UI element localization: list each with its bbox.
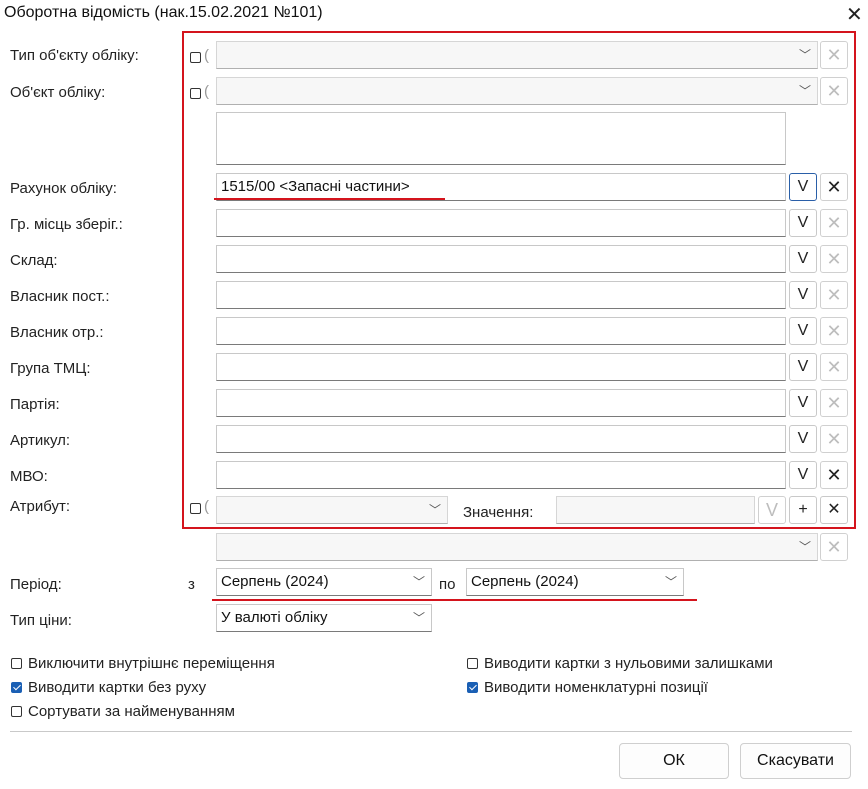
goods-group-label: Група ТМЦ: — [10, 360, 91, 377]
select-mvo-button[interactable]: V — [789, 461, 817, 489]
warehouse-label: Склад: — [10, 252, 58, 269]
clear-storage-group-button[interactable]: ✕ — [820, 209, 848, 237]
clear-owner-receiver-button[interactable]: ✕ — [820, 317, 848, 345]
attribute-checkbox-label: ( — [204, 498, 209, 515]
window-title: Оборотна відомість (нак.15.02.2021 №101) — [4, 4, 323, 21]
object-label: Об'єкт обліку: — [10, 84, 106, 101]
object-type-checkbox[interactable] — [190, 52, 201, 63]
select-goods-group-button[interactable]: V — [789, 353, 817, 381]
select-warehouse-button[interactable]: V — [789, 245, 817, 273]
show-zero-balance-checkbox[interactable] — [467, 658, 478, 669]
price-type-select[interactable]: У валюті обліку ﹀ — [216, 604, 432, 632]
clear-mvo-button[interactable]: ✕ — [820, 461, 848, 489]
period-label: Період: — [10, 576, 62, 593]
attribute-list-combo[interactable]: ﹀ — [216, 533, 818, 561]
clear-account-button[interactable]: ✕ — [820, 173, 848, 201]
chevron-down-icon: ﹀ — [798, 48, 811, 62]
highlight-frame — [182, 31, 856, 529]
exclude-internal-label: Виключити внутрішнє переміщення — [28, 655, 275, 672]
chevron-down-icon: ﹀ — [412, 575, 425, 589]
period-from-select[interactable]: Серпень (2024) ﹀ — [216, 568, 432, 596]
clear-goods-group-button[interactable]: ✕ — [820, 353, 848, 381]
clear-warehouse-button[interactable]: ✕ — [820, 245, 848, 273]
clear-attribute-button[interactable]: ✕ — [820, 496, 848, 524]
price-type-value: У валюті обліку — [221, 609, 328, 626]
cancel-button[interactable]: Скасувати — [740, 743, 851, 779]
price-type-label: Тип ціни: — [10, 612, 72, 629]
period-to-select[interactable]: Серпень (2024) ﹀ — [466, 568, 684, 596]
clear-object-type-button[interactable]: ✕ — [820, 41, 848, 69]
select-batch-button[interactable]: V — [789, 389, 817, 417]
mvo-label: МВО: — [10, 468, 48, 485]
sort-by-name-checkbox[interactable] — [11, 706, 22, 717]
account-underline — [214, 198, 445, 200]
select-account-button[interactable]: V — [789, 173, 817, 201]
show-nomenclature-label: Виводити номенклатурні позиції — [484, 679, 708, 696]
batch-label: Партія: — [10, 396, 60, 413]
mvo-field[interactable] — [216, 461, 786, 489]
object-list-box[interactable] — [216, 112, 786, 165]
close-icon[interactable]: ✕ — [846, 2, 863, 27]
attribute-label: Атрибут: — [10, 498, 71, 515]
owner-receiver-label: Власник отр.: — [10, 324, 104, 341]
add-attribute-button[interactable]: + — [789, 496, 817, 524]
show-zero-balance-label: Виводити картки з нульовими залишками — [484, 655, 773, 672]
chevron-down-icon: ﹀ — [664, 575, 677, 589]
article-label: Артикул: — [10, 432, 71, 449]
select-attribute-value-button[interactable]: V — [758, 496, 786, 524]
warehouse-field[interactable] — [216, 245, 786, 273]
object-checkbox[interactable] — [190, 88, 201, 99]
chevron-down-icon: ﹀ — [798, 540, 811, 554]
batch-field[interactable] — [216, 389, 786, 417]
clear-article-button[interactable]: ✕ — [820, 425, 848, 453]
value-label: Значення: — [463, 504, 534, 521]
select-storage-group-button[interactable]: V — [789, 209, 817, 237]
period-to-value: Серпень (2024) — [471, 573, 579, 590]
chevron-down-icon: ﹀ — [412, 611, 425, 625]
object-type-checkbox-label: ( — [204, 47, 209, 64]
ok-button[interactable]: ОК — [619, 743, 729, 779]
sort-by-name-label: Сортувати за найменуванням — [28, 703, 235, 720]
clear-batch-button[interactable]: ✕ — [820, 389, 848, 417]
attribute-combo[interactable]: ﹀ — [216, 496, 448, 524]
owner-sender-label: Власник пост.: — [10, 288, 110, 305]
goods-group-field[interactable] — [216, 353, 786, 381]
object-combo[interactable]: ﹀ — [216, 77, 818, 105]
storage-group-field[interactable] — [216, 209, 786, 237]
clear-owner-sender-button[interactable]: ✕ — [820, 281, 848, 309]
select-owner-sender-button[interactable]: V — [789, 281, 817, 309]
clear-object-button[interactable]: ✕ — [820, 77, 848, 105]
show-nomenclature-checkbox[interactable] — [467, 682, 478, 693]
show-no-movement-label: Виводити картки без руху — [28, 679, 207, 696]
account-field[interactable]: 1515/00 <Запасні частини> — [216, 173, 786, 201]
footer-separator — [10, 731, 852, 732]
select-article-button[interactable]: V — [789, 425, 817, 453]
period-from-label: з — [188, 576, 195, 593]
period-from-value: Серпень (2024) — [221, 573, 329, 590]
storage-group-label: Гр. місць зберіг.: — [10, 216, 123, 233]
article-field[interactable] — [216, 425, 786, 453]
select-owner-receiver-button[interactable]: V — [789, 317, 817, 345]
owner-receiver-field[interactable] — [216, 317, 786, 345]
chevron-down-icon: ﹀ — [798, 84, 811, 98]
attribute-value-field[interactable] — [556, 496, 755, 524]
object-checkbox-label: ( — [204, 83, 209, 100]
exclude-internal-checkbox[interactable] — [11, 658, 22, 669]
account-label: Рахунок обліку: — [10, 180, 117, 197]
period-to-label: по — [439, 576, 456, 593]
show-no-movement-checkbox[interactable] — [11, 682, 22, 693]
attribute-checkbox[interactable] — [190, 503, 201, 514]
period-underline — [212, 599, 697, 601]
clear-attribute-list-button[interactable]: ✕ — [820, 533, 848, 561]
object-type-label: Тип об'єкту обліку: — [10, 47, 139, 64]
owner-sender-field[interactable] — [216, 281, 786, 309]
object-type-combo[interactable]: ﹀ — [216, 41, 818, 69]
chevron-down-icon: ﹀ — [428, 503, 441, 517]
